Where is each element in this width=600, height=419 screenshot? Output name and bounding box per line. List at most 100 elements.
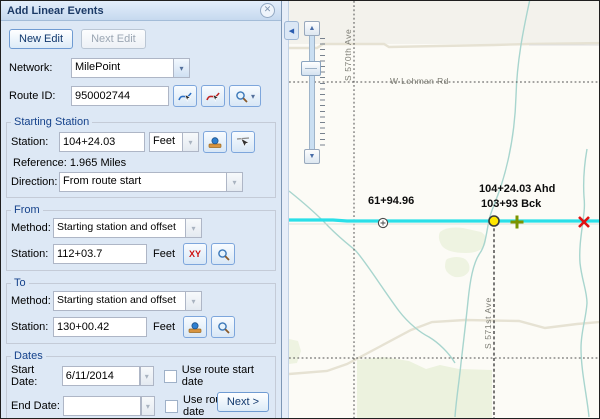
road-name-label: S 570th Ave bbox=[343, 9, 353, 81]
route-id-input[interactable] bbox=[71, 86, 169, 106]
to-method-combo[interactable]: Starting station and offset ▾ bbox=[53, 291, 202, 311]
start-date-label: Start Date: bbox=[11, 364, 62, 388]
direction-value: From route start bbox=[59, 172, 226, 192]
station-label: Station: bbox=[11, 321, 53, 333]
new-edit-button[interactable]: New Edit bbox=[9, 29, 73, 49]
next-button[interactable]: Next > bbox=[217, 392, 269, 412]
unit-combo[interactable]: Feet ▾ bbox=[149, 132, 199, 152]
use-route-start-date-checkbox[interactable] bbox=[164, 370, 177, 383]
station-label: Station: bbox=[11, 136, 59, 148]
minor-road bbox=[289, 320, 600, 374]
from-legend: From bbox=[11, 204, 43, 216]
zoom-slider-track[interactable] bbox=[309, 33, 315, 154]
milepost-icon bbox=[188, 321, 202, 334]
ahead-measure-label: 104+24.03 Ahd bbox=[479, 183, 555, 195]
select-route-icon[interactable] bbox=[173, 85, 197, 107]
chevron-down-icon[interactable]: ▾ bbox=[141, 396, 155, 416]
end-date-label: End Date: bbox=[11, 400, 63, 412]
chevron-down-icon: ▾ bbox=[185, 291, 202, 311]
method-label: Method: bbox=[11, 295, 53, 307]
station-locate-icon[interactable] bbox=[203, 131, 227, 153]
station-label: Station: bbox=[11, 248, 53, 260]
starting-station-input[interactable] bbox=[59, 132, 145, 152]
from-point-plus-icon[interactable] bbox=[511, 216, 524, 229]
starting-station-legend: Starting Station bbox=[11, 116, 92, 128]
zoom-slider-thumb[interactable] bbox=[301, 61, 321, 76]
from-method-combo[interactable]: Starting station and offset ▾ bbox=[53, 218, 202, 238]
route-polyline-blue-icon bbox=[178, 89, 193, 103]
use-route-start-date-label: Use route start date bbox=[182, 364, 271, 388]
back-measure-label: 103+93 Bck bbox=[481, 198, 541, 210]
from-unit-label: Feet bbox=[153, 248, 175, 260]
road-name-label: S 571st Ave bbox=[483, 273, 493, 349]
unit-value: Feet bbox=[149, 132, 182, 152]
search-icon bbox=[235, 90, 248, 103]
panel-title: Add Linear Events bbox=[7, 5, 260, 17]
collapse-panel-icon[interactable]: ◀ bbox=[284, 21, 299, 40]
next-edit-button: Next Edit bbox=[81, 29, 146, 49]
selected-station-marker[interactable] bbox=[489, 216, 499, 226]
to-fieldset: To Method: Starting station and offset ▾… bbox=[6, 277, 276, 344]
route-search-split-button[interactable]: ▾ bbox=[229, 85, 261, 107]
direction-combo[interactable]: From route start ▾ bbox=[59, 172, 243, 192]
chevron-down-icon: ▾ bbox=[251, 92, 255, 101]
network-label: Network: bbox=[9, 62, 71, 74]
search-icon[interactable] bbox=[211, 243, 235, 265]
reference-value: 1.965 Miles bbox=[70, 157, 126, 169]
to-unit-label: Feet bbox=[153, 321, 175, 333]
landuse-patch bbox=[289, 339, 301, 364]
route-highlight-line bbox=[289, 220, 600, 221]
network-combo[interactable]: MilePoint ▾ bbox=[71, 58, 190, 78]
map-viewport[interactable]: 61+94.96 104+24.03 Ahd 103+93 Bck W Lohm… bbox=[289, 1, 600, 418]
station-measure-label: 61+94.96 bbox=[368, 195, 414, 207]
land-shade bbox=[289, 1, 600, 44]
road-name-label: W Lohman Rd bbox=[390, 76, 449, 86]
chevron-down-icon[interactable]: ▾ bbox=[173, 58, 190, 78]
to-station-input[interactable] bbox=[53, 317, 147, 337]
to-legend: To bbox=[11, 277, 29, 289]
from-station-input[interactable] bbox=[53, 244, 147, 264]
start-date-input[interactable] bbox=[62, 366, 140, 386]
reference-label: Reference: bbox=[13, 157, 67, 169]
zoom-in-icon[interactable]: ▲ bbox=[304, 21, 320, 36]
streams bbox=[289, 1, 589, 417]
search-icon[interactable] bbox=[211, 316, 235, 338]
chevron-down-icon: ▾ bbox=[185, 218, 202, 238]
landuse-patch bbox=[357, 357, 492, 418]
panel-header: Add Linear Events ✕ bbox=[1, 1, 281, 21]
dates-legend: Dates bbox=[11, 350, 46, 362]
station-locate-icon[interactable] bbox=[183, 316, 207, 338]
from-fieldset: From Method: Starting station and offset… bbox=[6, 204, 276, 271]
add-linear-events-panel: Add Linear Events ✕ New Edit Next Edit N… bbox=[1, 1, 282, 418]
map-canvas[interactable] bbox=[289, 1, 600, 418]
method-label: Method: bbox=[11, 222, 53, 234]
xy-glyph: XY bbox=[189, 249, 201, 259]
direction-label: Direction: bbox=[11, 176, 59, 188]
landuse-patch bbox=[445, 257, 470, 277]
chevron-down-icon: ▾ bbox=[226, 172, 243, 192]
from-method-value: Starting station and offset bbox=[53, 218, 185, 238]
close-icon[interactable]: ✕ bbox=[260, 3, 275, 18]
zoom-slider-ticks bbox=[320, 38, 325, 149]
route-id-label: Route ID: bbox=[9, 90, 71, 102]
cursor-line-icon bbox=[236, 136, 250, 149]
clear-route-icon[interactable] bbox=[201, 85, 225, 107]
magnifier-icon bbox=[217, 321, 230, 334]
starting-station-fieldset: Starting Station Station: Feet ▾ bbox=[6, 116, 276, 198]
to-method-value: Starting station and offset bbox=[53, 291, 185, 311]
add-linear-events-window: Add Linear Events ✕ New Edit Next Edit N… bbox=[0, 0, 600, 419]
pick-station-on-map-icon[interactable] bbox=[231, 131, 255, 153]
section-roads bbox=[289, 1, 600, 418]
route-polyline-red-icon bbox=[206, 89, 221, 103]
edit-toolbar: New Edit Next Edit bbox=[1, 21, 281, 49]
xy-coordinates-icon[interactable]: XY bbox=[183, 243, 207, 265]
end-date-input[interactable] bbox=[63, 396, 141, 416]
panel-splitter[interactable] bbox=[282, 1, 289, 418]
chevron-down-icon[interactable]: ▾ bbox=[140, 366, 154, 386]
network-value: MilePoint bbox=[71, 58, 173, 78]
milepost-icon bbox=[208, 136, 222, 149]
zoom-out-icon[interactable]: ▼ bbox=[304, 149, 320, 164]
use-route-end-date-checkbox[interactable] bbox=[165, 400, 178, 413]
landuse-patch bbox=[439, 228, 486, 254]
chevron-down-icon: ▾ bbox=[182, 132, 199, 152]
